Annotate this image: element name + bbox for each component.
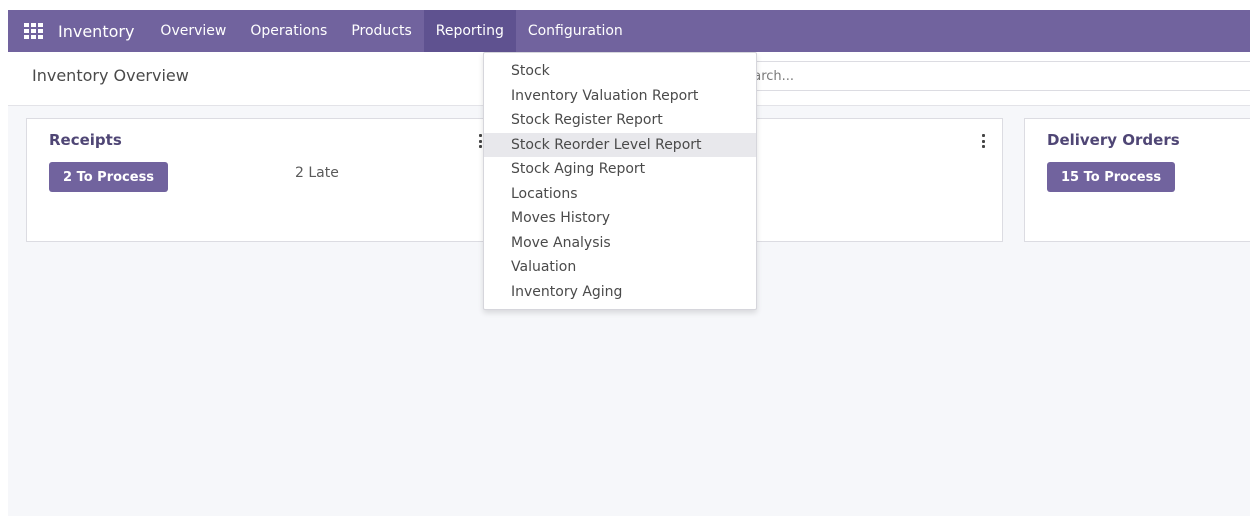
menu-item-moves-history[interactable]: Moves History xyxy=(484,206,756,231)
search-input[interactable] xyxy=(729,62,1250,90)
apps-grid-icon[interactable] xyxy=(22,20,44,42)
reporting-dropdown: Stock Inventory Valuation Report Stock R… xyxy=(483,52,757,310)
operation-options-icon[interactable] xyxy=(980,133,986,149)
menu-item-move-analysis[interactable]: Move Analysis xyxy=(484,231,756,256)
menu-item-stock-register-report[interactable]: Stock Register Report xyxy=(484,108,756,133)
menu-item-inventory-aging[interactable]: Inventory Aging xyxy=(484,280,756,305)
nav-overview[interactable]: Overview xyxy=(148,10,238,52)
receipts-card-title[interactable]: Receipts xyxy=(49,131,122,149)
nav-operations[interactable]: Operations xyxy=(238,10,339,52)
menu-item-stock-aging-report[interactable]: Stock Aging Report xyxy=(484,157,756,182)
receipts-to-process-button[interactable]: 2 To Process xyxy=(49,162,169,192)
menu-item-locations[interactable]: Locations xyxy=(484,182,756,207)
delivery-orders-card-title[interactable]: Delivery Orders xyxy=(1047,131,1180,149)
top-navbar: Inventory Overview Operations Products R… xyxy=(8,10,1250,52)
app-frame: Inventory Overview Operations Products R… xyxy=(8,10,1250,516)
nav-configuration[interactable]: Configuration xyxy=(516,10,635,52)
delivery-to-process-button[interactable]: 15 To Process xyxy=(1047,162,1176,192)
menu-item-valuation[interactable]: Valuation xyxy=(484,255,756,280)
delivery-orders-card[interactable]: Delivery Orders 15 To Process xyxy=(1024,118,1250,242)
menu-item-stock[interactable]: Stock xyxy=(484,59,756,84)
app-brand[interactable]: Inventory xyxy=(58,22,134,41)
search-box[interactable] xyxy=(728,61,1250,91)
nav-reporting[interactable]: Reporting xyxy=(423,10,516,52)
receipts-card[interactable]: Receipts 2 To Process 2 Late xyxy=(26,118,500,242)
nav-products[interactable]: Products xyxy=(339,10,423,52)
menu-item-stock-reorder-level-report[interactable]: Stock Reorder Level Report xyxy=(484,132,756,157)
menu-item-inventory-valuation-report[interactable]: Inventory Valuation Report xyxy=(484,84,756,109)
receipts-late-link[interactable]: 2 Late xyxy=(295,165,339,181)
page-title: Inventory Overview xyxy=(32,66,189,85)
